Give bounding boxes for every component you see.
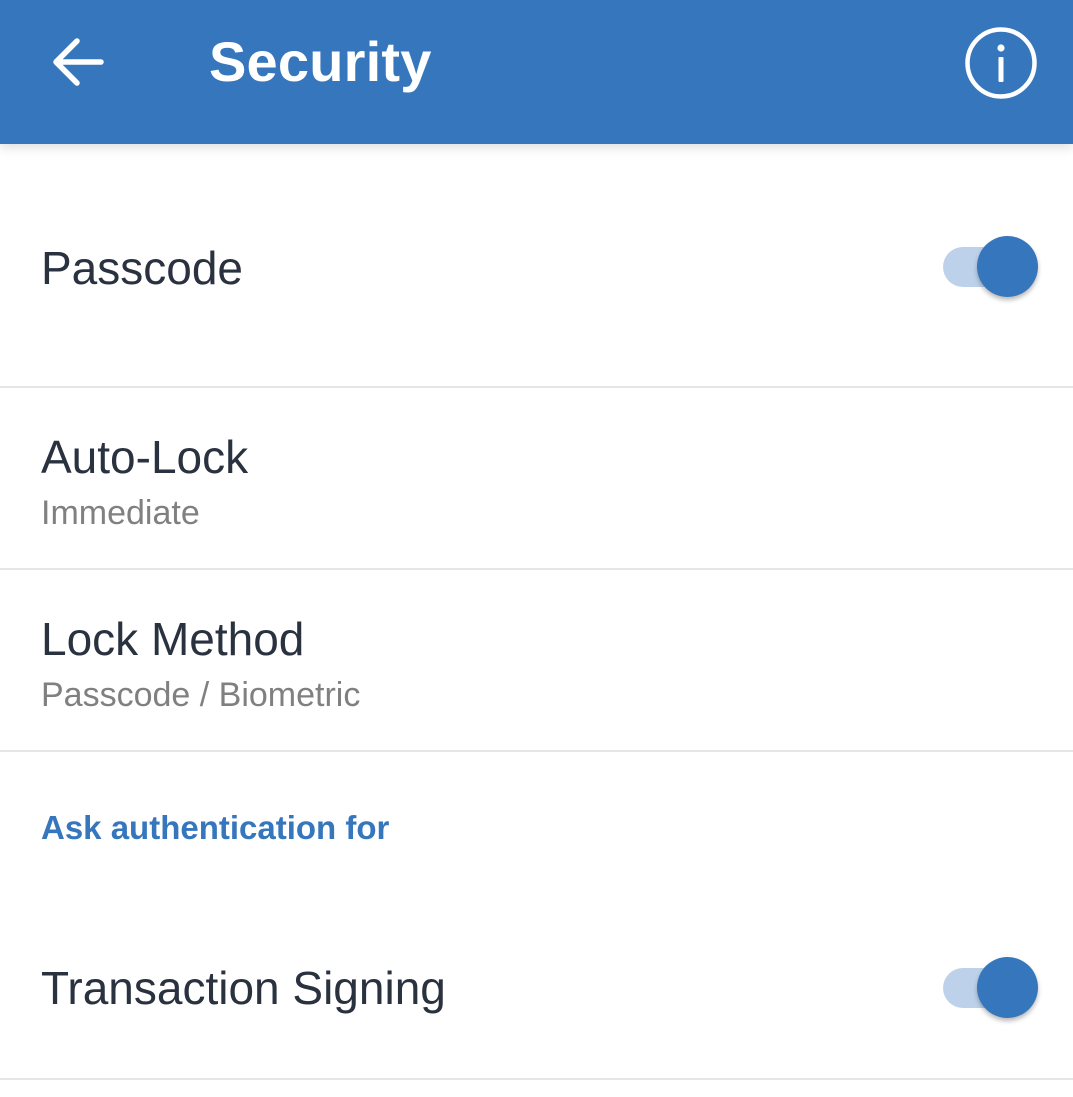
transaction-signing-toggle[interactable]	[941, 956, 1041, 1020]
transaction-signing-row[interactable]: Transaction Signing	[0, 888, 1073, 1080]
page-title: Security	[209, 30, 432, 93]
auto-lock-row[interactable]: Auto-Lock Immediate	[0, 388, 1073, 570]
settings-list: Passcode Auto-Lock Immediate Lock Method…	[0, 144, 1073, 1097]
transaction-signing-toggle-thumb	[977, 957, 1038, 1018]
app-bar: Security	[0, 0, 1073, 144]
lock-method-label: Lock Method	[41, 613, 305, 665]
lock-method-value: Passcode / Biometric	[41, 676, 361, 714]
arrow-left-icon	[53, 38, 104, 86]
passcode-toggle-thumb	[977, 236, 1038, 297]
passcode-toggle[interactable]	[941, 235, 1041, 299]
passcode-label: Passcode	[41, 242, 244, 294]
section-header: Ask authentication for	[41, 809, 390, 846]
auto-lock-label: Auto-Lock	[41, 431, 249, 483]
passcode-row[interactable]: Passcode	[0, 144, 1073, 388]
lock-method-row[interactable]: Lock Method Passcode / Biometric	[0, 570, 1073, 752]
info-circle-icon	[965, 27, 1037, 99]
back-button[interactable]	[38, 22, 118, 102]
auto-lock-value: Immediate	[41, 494, 200, 532]
transaction-signing-label: Transaction Signing	[41, 962, 446, 1014]
info-button[interactable]	[962, 24, 1040, 102]
